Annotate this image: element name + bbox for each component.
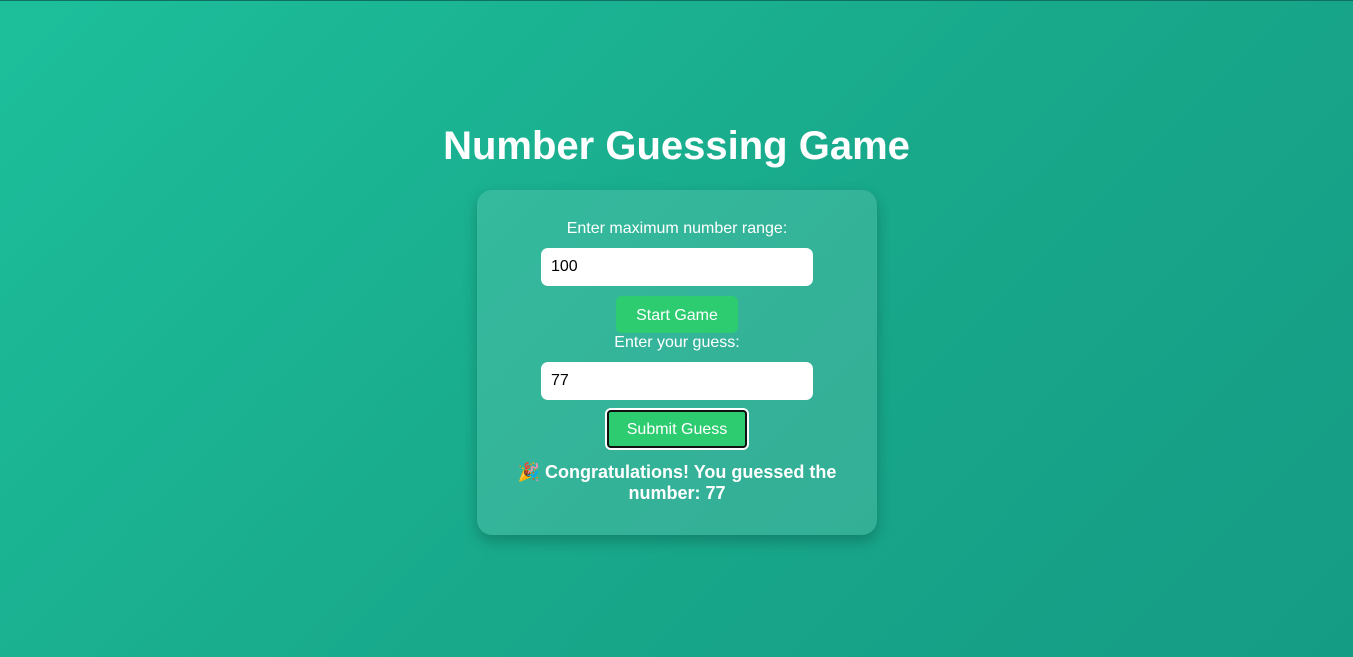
- start-game-button[interactable]: Start Game: [616, 296, 738, 333]
- range-label: Enter maximum number range:: [566, 220, 788, 237]
- result-message: 🎉 Congratulations! You guessed the numbe…: [507, 462, 847, 504]
- party-popper-icon: 🎉: [517, 462, 541, 482]
- game-card: Enter maximum number range: Start Game E…: [477, 190, 877, 535]
- page-title: Number Guessing Game: [443, 124, 910, 168]
- submit-guess-button[interactable]: Submit Guess: [605, 408, 749, 450]
- result-text: Congratulations! You guessed the number:…: [545, 462, 837, 503]
- guess-input[interactable]: [541, 362, 813, 400]
- range-input[interactable]: [541, 248, 813, 286]
- guess-label: Enter your guess:: [614, 334, 740, 351]
